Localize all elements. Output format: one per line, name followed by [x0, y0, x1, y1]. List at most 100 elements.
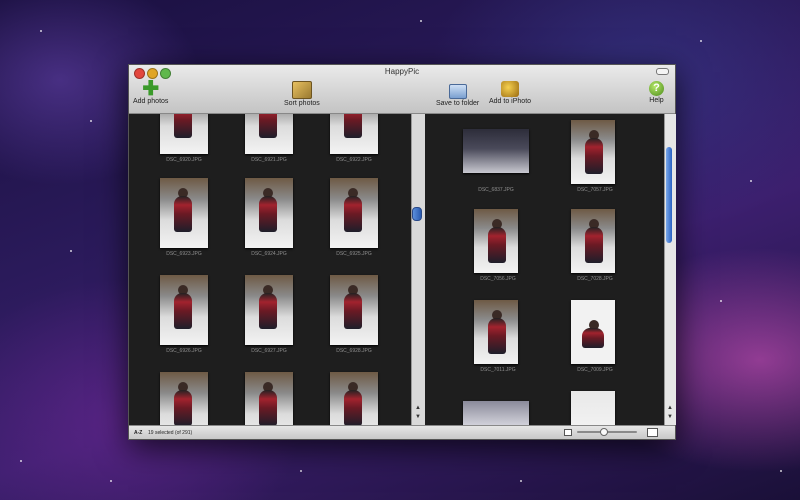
- star: [20, 460, 22, 462]
- iphoto-icon: [501, 81, 520, 97]
- photo-thumbnail[interactable]: DSC_6921.JPG: [245, 114, 293, 163]
- sort-order-toggle[interactable]: A-Z: [134, 430, 142, 436]
- photo: [160, 372, 208, 425]
- left-scrollbar-thumb[interactable]: [412, 207, 422, 221]
- large-thumbnail-icon[interactable]: [647, 428, 658, 437]
- photo-filename: DSC_7057.JPG: [577, 187, 613, 193]
- photo-thumbnail[interactable]: [245, 372, 293, 425]
- star: [700, 40, 702, 42]
- photo: [474, 209, 518, 273]
- star: [90, 120, 92, 122]
- photo-thumbnail[interactable]: DSC_6926.JPG: [160, 275, 208, 354]
- photo-thumbnail[interactable]: [330, 372, 378, 425]
- small-thumbnail-icon[interactable]: [564, 429, 572, 436]
- source-photo-grid[interactable]: DSC_6920.JPG DSC_6921.JPG DSC_6922.JPG D…: [129, 114, 411, 425]
- photo: [463, 401, 529, 425]
- titlebar: HappyPic ✚ Add photos Sort photos Save t…: [129, 65, 675, 114]
- photo-filename: DSC_6922.JPG: [336, 157, 372, 163]
- photo-filename: DSC_7028.JPG: [577, 276, 613, 282]
- star: [110, 480, 112, 482]
- photo-thumbnail[interactable]: DSC_7009.JPG: [571, 300, 615, 373]
- photo-thumbnail[interactable]: DSC_6922.JPG: [330, 114, 378, 163]
- photo-filename: DSC_6928.JPG: [336, 348, 372, 354]
- add-photos-label: Add photos: [133, 98, 169, 105]
- photo: [245, 275, 293, 345]
- photo: [160, 178, 208, 248]
- toolbar-toggle-button[interactable]: [656, 68, 669, 75]
- help-label: Help: [649, 97, 664, 104]
- photo-filename: DSC_6837.JPG: [478, 187, 514, 193]
- star: [780, 470, 782, 472]
- plus-icon: ✚: [142, 78, 160, 100]
- photo-thumbnail[interactable]: DSC_7057.JPG: [571, 120, 615, 193]
- photo-filename: DSC_6924.JPG: [251, 251, 287, 257]
- photo-thumbnail[interactable]: [571, 391, 615, 425]
- status-bar: A-Z 19 selected (of 291): [129, 425, 675, 439]
- photo: [474, 300, 518, 364]
- scroll-down-arrow-icon[interactable]: ▼: [667, 414, 673, 420]
- photo: [330, 178, 378, 248]
- star: [720, 300, 722, 302]
- photo-filename: DSC_6923.JPG: [166, 251, 202, 257]
- photo: [160, 275, 208, 345]
- photo-filename: DSC_6920.JPG: [166, 157, 202, 163]
- photo-filename: DSC_6927.JPG: [251, 348, 287, 354]
- star: [420, 20, 422, 22]
- photo: [330, 372, 378, 425]
- window-title: HappyPic: [384, 67, 420, 76]
- photo-thumbnail[interactable]: DSC_6924.JPG: [245, 178, 293, 257]
- app-window: HappyPic ✚ Add photos Sort photos Save t…: [128, 64, 676, 440]
- photo-thumbnail[interactable]: DSC_6920.JPG: [160, 114, 208, 163]
- folder-icon: [448, 84, 467, 99]
- save-to-folder-button[interactable]: Save to folder: [436, 81, 479, 107]
- photo-filename: DSC_6926.JPG: [166, 348, 202, 354]
- scroll-up-arrow-icon[interactable]: ▲: [667, 405, 673, 411]
- add-to-iphoto-label: Add to iPhoto: [489, 98, 532, 105]
- photo-filename: DSC_6921.JPG: [251, 157, 287, 163]
- photo-filename: DSC_7011.JPG: [480, 367, 516, 373]
- photo: [571, 391, 615, 425]
- selected-photo-grid[interactable]: DSC_6837.JPG DSC_7057.JPG DSC_7056.JPG D…: [425, 114, 664, 425]
- photo: [571, 120, 615, 184]
- sort-photos-button[interactable]: Sort photos: [284, 81, 320, 107]
- photo-thumbnail[interactable]: DSC_7056.JPG: [474, 209, 518, 282]
- help-button[interactable]: ? Help: [649, 81, 664, 104]
- star: [40, 30, 42, 32]
- selection-count: 19 selected (of 291): [148, 430, 193, 436]
- photo-thumbnail[interactable]: [463, 401, 529, 425]
- photo-filename: DSC_7056.JPG: [480, 276, 516, 282]
- star: [750, 180, 752, 182]
- photo-thumbnail[interactable]: DSC_6928.JPG: [330, 275, 378, 354]
- photo: [330, 114, 378, 154]
- photo-thumbnail[interactable]: DSC_6925.JPG: [330, 178, 378, 257]
- photo-thumbnail[interactable]: DSC_6837.JPG: [463, 129, 529, 193]
- photo-thumbnail[interactable]: DSC_7011.JPG: [474, 300, 518, 373]
- photo-thumbnail[interactable]: DSC_7028.JPG: [571, 209, 615, 282]
- save-to-folder-label: Save to folder: [436, 100, 480, 107]
- photo-thumbnail[interactable]: DSC_6923.JPG: [160, 178, 208, 257]
- add-photos-button[interactable]: ✚ Add photos: [133, 78, 169, 105]
- scroll-up-arrow-icon[interactable]: ▲: [415, 405, 421, 411]
- photo: [160, 114, 208, 154]
- right-scrollbar-thumb[interactable]: [666, 147, 672, 243]
- scroll-down-arrow-icon[interactable]: ▼: [415, 414, 421, 420]
- star: [520, 480, 522, 482]
- photo: [245, 178, 293, 248]
- help-icon: ?: [649, 81, 664, 96]
- star: [300, 470, 302, 472]
- add-to-iphoto-button[interactable]: Add to iPhoto: [489, 81, 531, 105]
- sort-photos-label: Sort photos: [284, 100, 320, 107]
- sort-photos-icon: [291, 81, 312, 99]
- thumbnail-size-slider-knob[interactable]: [600, 428, 608, 436]
- photo-filename: DSC_7009.JPG: [577, 367, 613, 373]
- star: [70, 250, 72, 252]
- photo: [571, 300, 615, 364]
- photo-filename: DSC_6925.JPG: [336, 251, 372, 257]
- photo: [330, 275, 378, 345]
- photo: [571, 209, 615, 273]
- photo: [245, 372, 293, 425]
- photo: [463, 129, 529, 173]
- photo: [245, 114, 293, 154]
- photo-thumbnail[interactable]: [160, 372, 208, 425]
- photo-thumbnail[interactable]: DSC_6927.JPG: [245, 275, 293, 354]
